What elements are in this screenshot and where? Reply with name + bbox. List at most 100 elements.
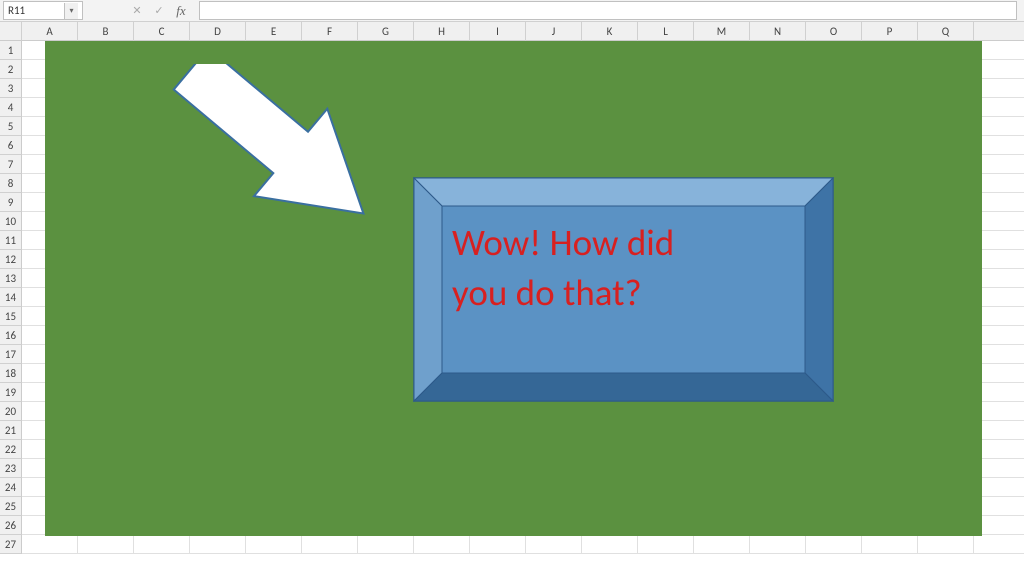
cell-D23[interactable] — [190, 459, 246, 478]
cell-G18[interactable] — [358, 364, 414, 383]
cell-G19[interactable] — [358, 383, 414, 402]
cell-B9[interactable] — [78, 193, 134, 212]
cell-N4[interactable] — [750, 98, 806, 117]
cell-Q25[interactable] — [918, 497, 974, 516]
cell-F23[interactable] — [302, 459, 358, 478]
cell-Q14[interactable] — [918, 288, 974, 307]
cell-A20[interactable] — [22, 402, 78, 421]
column-header-E[interactable]: E — [246, 22, 302, 41]
cell-D15[interactable] — [190, 307, 246, 326]
cell-B17[interactable] — [78, 345, 134, 364]
cell-N21[interactable] — [750, 421, 806, 440]
cell-H3[interactable] — [414, 79, 470, 98]
cell-M23[interactable] — [694, 459, 750, 478]
cell-D21[interactable] — [190, 421, 246, 440]
cell-N2[interactable] — [750, 60, 806, 79]
column-header-Q[interactable]: Q — [918, 22, 974, 41]
select-all-corner[interactable] — [0, 22, 22, 41]
cell-L7[interactable] — [638, 155, 694, 174]
cell-Q2[interactable] — [918, 60, 974, 79]
cell-C18[interactable] — [134, 364, 190, 383]
cell-G1[interactable] — [358, 41, 414, 60]
cell-O24[interactable] — [806, 478, 862, 497]
cell-M5[interactable] — [694, 117, 750, 136]
row-header-14[interactable]: 14 — [0, 288, 22, 307]
cell-Q23[interactable] — [918, 459, 974, 478]
cell-B10[interactable] — [78, 212, 134, 231]
cell-C21[interactable] — [134, 421, 190, 440]
cell-K21[interactable] — [582, 421, 638, 440]
cell-M27[interactable] — [694, 535, 750, 554]
cell-E13[interactable] — [246, 269, 302, 288]
cell-J4[interactable] — [526, 98, 582, 117]
cell-I5[interactable] — [470, 117, 526, 136]
cell-P6[interactable] — [862, 136, 918, 155]
cell-M22[interactable] — [694, 440, 750, 459]
cell-C24[interactable] — [134, 478, 190, 497]
cell-Q11[interactable] — [918, 231, 974, 250]
cell-B8[interactable] — [78, 174, 134, 193]
cell-G16[interactable] — [358, 326, 414, 345]
column-header-O[interactable]: O — [806, 22, 862, 41]
cell-Q12[interactable] — [918, 250, 974, 269]
cell-Q3[interactable] — [918, 79, 974, 98]
cell-C12[interactable] — [134, 250, 190, 269]
cell-B20[interactable] — [78, 402, 134, 421]
cell-A13[interactable] — [22, 269, 78, 288]
cell-B4[interactable] — [78, 98, 134, 117]
cell-P17[interactable] — [862, 345, 918, 364]
cell-D16[interactable] — [190, 326, 246, 345]
row-header-9[interactable]: 9 — [0, 193, 22, 212]
row-header-11[interactable]: 11 — [0, 231, 22, 250]
cell-Q20[interactable] — [918, 402, 974, 421]
cell-M4[interactable] — [694, 98, 750, 117]
cell-B7[interactable] — [78, 155, 134, 174]
cell-D17[interactable] — [190, 345, 246, 364]
cell-K22[interactable] — [582, 440, 638, 459]
cell-C23[interactable] — [134, 459, 190, 478]
cell-L26[interactable] — [638, 516, 694, 535]
cell-L6[interactable] — [638, 136, 694, 155]
cell-K1[interactable] — [582, 41, 638, 60]
cell-L20[interactable] — [638, 402, 694, 421]
insert-function-button[interactable]: fx — [170, 2, 192, 20]
cell-G24[interactable] — [358, 478, 414, 497]
cell-G11[interactable] — [358, 231, 414, 250]
cell-I22[interactable] — [470, 440, 526, 459]
cell-H26[interactable] — [414, 516, 470, 535]
cell-Q27[interactable] — [918, 535, 974, 554]
cell-G14[interactable] — [358, 288, 414, 307]
column-header-D[interactable]: D — [190, 22, 246, 41]
row-header-23[interactable]: 23 — [0, 459, 22, 478]
cell-C26[interactable] — [134, 516, 190, 535]
cell-N25[interactable] — [750, 497, 806, 516]
cell-A25[interactable] — [22, 497, 78, 516]
cell-N7[interactable] — [750, 155, 806, 174]
cell-E19[interactable] — [246, 383, 302, 402]
column-header-F[interactable]: F — [302, 22, 358, 41]
cell-P4[interactable] — [862, 98, 918, 117]
cell-P26[interactable] — [862, 516, 918, 535]
column-header-M[interactable]: M — [694, 22, 750, 41]
cell-P24[interactable] — [862, 478, 918, 497]
cell-F1[interactable] — [302, 41, 358, 60]
cell-D27[interactable] — [190, 535, 246, 554]
row-header-13[interactable]: 13 — [0, 269, 22, 288]
cell-F18[interactable] — [302, 364, 358, 383]
row-header-2[interactable]: 2 — [0, 60, 22, 79]
cell-M20[interactable] — [694, 402, 750, 421]
cell-B18[interactable] — [78, 364, 134, 383]
row-header-26[interactable]: 26 — [0, 516, 22, 535]
cell-E21[interactable] — [246, 421, 302, 440]
cell-P9[interactable] — [862, 193, 918, 212]
cell-O27[interactable] — [806, 535, 862, 554]
row-header-22[interactable]: 22 — [0, 440, 22, 459]
cell-L3[interactable] — [638, 79, 694, 98]
cell-A7[interactable] — [22, 155, 78, 174]
cell-P22[interactable] — [862, 440, 918, 459]
cell-F22[interactable] — [302, 440, 358, 459]
cell-L24[interactable] — [638, 478, 694, 497]
bevel-shape[interactable] — [413, 177, 834, 402]
cell-H21[interactable] — [414, 421, 470, 440]
cell-K3[interactable] — [582, 79, 638, 98]
